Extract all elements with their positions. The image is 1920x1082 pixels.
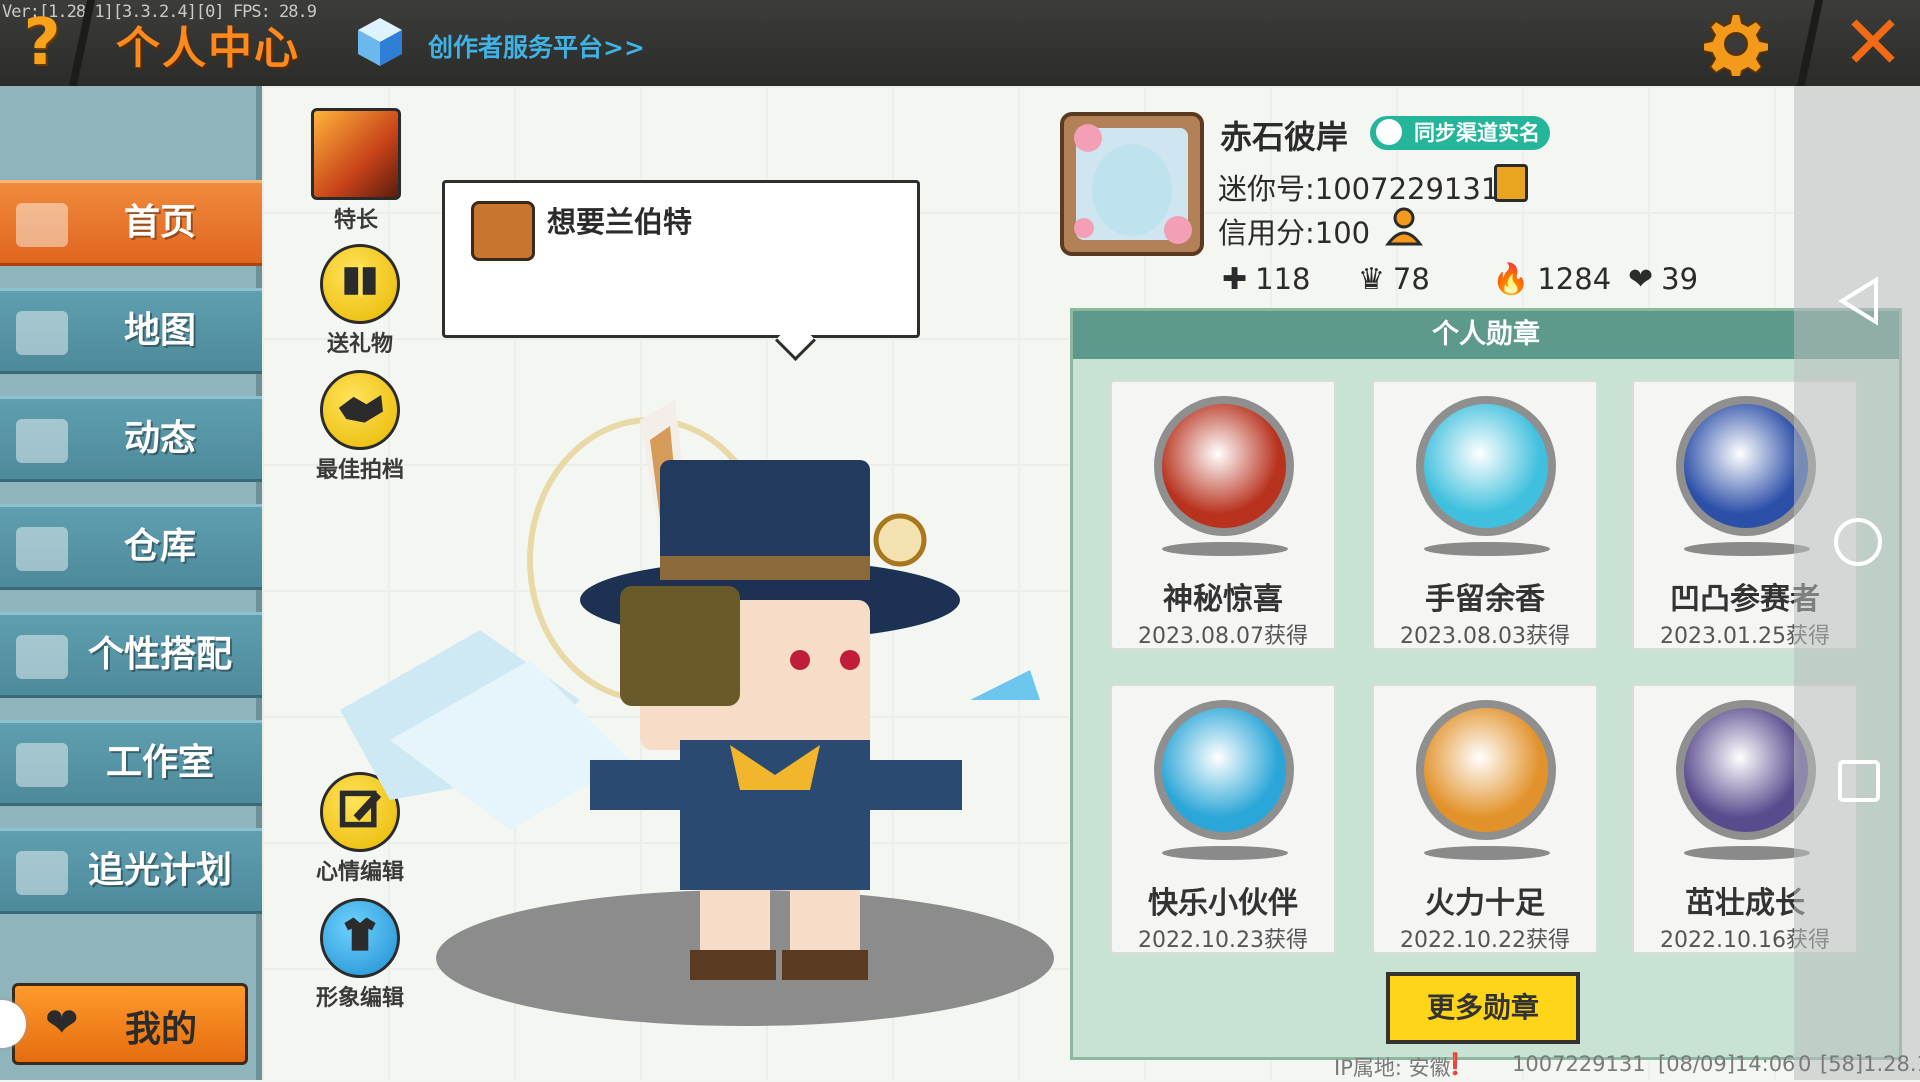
heart-icon: ❤: [45, 1000, 79, 1046]
medal-card[interactable]: 快乐小伙伴 2022.10.23获得: [1110, 684, 1336, 954]
sidebar-item-label: 工作室: [105, 742, 214, 783]
sidebar-item-5[interactable]: 工作室: [0, 720, 262, 806]
medal-date: 2023.08.03获得: [1400, 624, 1570, 649]
stat-0[interactable]: ✚ 118: [1222, 262, 1311, 297]
creator-cube-icon[interactable]: [356, 16, 404, 68]
copy-id-icon[interactable]: [1494, 164, 1528, 202]
medal-shadow: [1684, 846, 1810, 860]
footer-id: 1007229131: [1512, 1052, 1646, 1076]
back-nav-icon[interactable]: [1836, 276, 1882, 326]
sidebar-item-label: 个性搭配: [87, 634, 232, 675]
send-gift-button[interactable]: 送礼物: [310, 244, 410, 358]
flame-icon: 🔥: [1492, 262, 1530, 297]
gear-icon[interactable]: [1704, 12, 1768, 76]
mine-label: 我的: [125, 1009, 198, 1050]
medal-card[interactable]: 手留余香 2023.08.03获得: [1372, 380, 1598, 650]
medal-shadow: [1162, 846, 1288, 860]
footer-zero: 0: [1798, 1052, 1812, 1076]
help-button[interactable]: ?: [14, 8, 70, 78]
studio-icon: [10, 733, 76, 795]
stat-3[interactable]: ❤ 39: [1628, 262, 1698, 297]
sidebar-item-label: 仓库: [123, 526, 196, 567]
mine-button[interactable]: ❤ 我的: [12, 983, 248, 1065]
stat-value: 78: [1392, 262, 1430, 296]
hearts-icon: ❤: [1628, 262, 1654, 297]
gift-icon: [320, 244, 400, 324]
recents-nav-icon[interactable]: [1836, 758, 1882, 804]
medal-date: 2022.10.23获得: [1138, 928, 1308, 953]
cat-face-icon: [471, 201, 535, 261]
sidebar-item-0[interactable]: 首页: [0, 180, 262, 266]
send-gift-label: 送礼物: [326, 332, 393, 357]
top-bar: Ver:[1.28.1][3.3.2.4][0] FPS: 28.9 ? 个人中…: [0, 0, 1920, 86]
sidebar-item-6[interactable]: 追光计划: [0, 828, 262, 914]
sidebar-item-2[interactable]: 动态: [0, 396, 262, 482]
divider: [1796, 0, 1824, 86]
plus-icon: ✚: [1222, 262, 1248, 297]
medal-shadow: [1424, 542, 1550, 556]
warehouse-icon: [10, 517, 76, 579]
sidebar-item-1[interactable]: 地图: [0, 288, 262, 374]
medal-card[interactable]: 神秘惊喜 2023.08.07获得: [1110, 380, 1336, 650]
medal-name: 火力十足: [1425, 886, 1545, 921]
map-icon: [10, 301, 76, 363]
system-nav-bar: [1794, 86, 1920, 1080]
medal-name: 快乐小伙伴: [1148, 886, 1298, 921]
hammer-skill-icon: [311, 108, 401, 200]
sidebar-item-4[interactable]: 个性搭配: [0, 612, 262, 698]
medal-date: 2022.10.22获得: [1400, 928, 1570, 953]
footer-time: [08/09]14:06: [1658, 1052, 1796, 1076]
sidebar-item-label: 追光计划: [87, 850, 232, 891]
credit-score: 信用分:100: [1218, 216, 1371, 250]
character-model[interactable]: [330, 380, 1050, 1000]
sync-realname-badge[interactable]: 同步渠道实名: [1370, 116, 1550, 150]
stat-value: 118: [1255, 262, 1311, 296]
stat-2[interactable]: 🔥 1284: [1492, 262, 1611, 297]
medal-shadow: [1162, 542, 1288, 556]
info-icon: ❗: [1442, 1052, 1469, 1076]
ip-location: IP属地: 安徽: [1334, 1056, 1451, 1080]
fans-icon: ♛: [1358, 262, 1385, 297]
medal-card[interactable]: 火力十足 2022.10.22获得: [1372, 684, 1598, 954]
house-icon: [10, 193, 76, 255]
home-nav-icon[interactable]: [1832, 516, 1884, 568]
creator-platform-link[interactable]: 创作者服务平台>>: [428, 28, 645, 64]
footer-version: [58]1.28.1: [1820, 1052, 1920, 1076]
medal-name: 神秘惊喜: [1163, 582, 1283, 617]
stat-value: 1284: [1537, 262, 1612, 296]
spotlight-icon: [10, 841, 76, 903]
sidebar-item-3[interactable]: 仓库: [0, 504, 262, 590]
medal-panel-title: 个人勋章: [1073, 311, 1899, 359]
stat-1[interactable]: ♛ 78: [1358, 262, 1430, 297]
skill-label: 特长: [333, 208, 378, 233]
medal-shadow: [1684, 542, 1810, 556]
medal-badge-icon: [1416, 396, 1556, 536]
mood-text: 想要兰伯特: [547, 205, 693, 239]
page-title: 个人中心: [116, 23, 300, 74]
player-name: 赤石彼岸: [1220, 118, 1349, 156]
sidebar-item-label: 地图: [123, 310, 196, 351]
avatar[interactable]: [1058, 110, 1206, 258]
medal-date: 2023.08.07获得: [1138, 624, 1308, 649]
credit-person-icon[interactable]: [1384, 206, 1426, 246]
mini-id: 迷你号:1007229131: [1218, 172, 1500, 206]
medal-badge-icon: [1416, 700, 1556, 840]
more-medals-button[interactable]: 更多勋章: [1386, 972, 1580, 1044]
skill-button[interactable]: 特长: [306, 108, 406, 234]
sidebar-item-label: 首页: [123, 202, 196, 243]
mood-bubble[interactable]: 想要兰伯特: [442, 180, 920, 338]
sidebar-item-label: 动态: [123, 418, 196, 459]
medal-badge-icon: [1154, 396, 1294, 536]
medal-shadow: [1424, 846, 1550, 860]
outfit-icon: [10, 625, 76, 687]
bell-icon: [10, 409, 76, 471]
close-button[interactable]: ✕: [1838, 6, 1908, 80]
medal-badge-icon: [1154, 700, 1294, 840]
stat-value: 39: [1661, 262, 1699, 296]
medal-name: 手留余香: [1425, 582, 1545, 617]
